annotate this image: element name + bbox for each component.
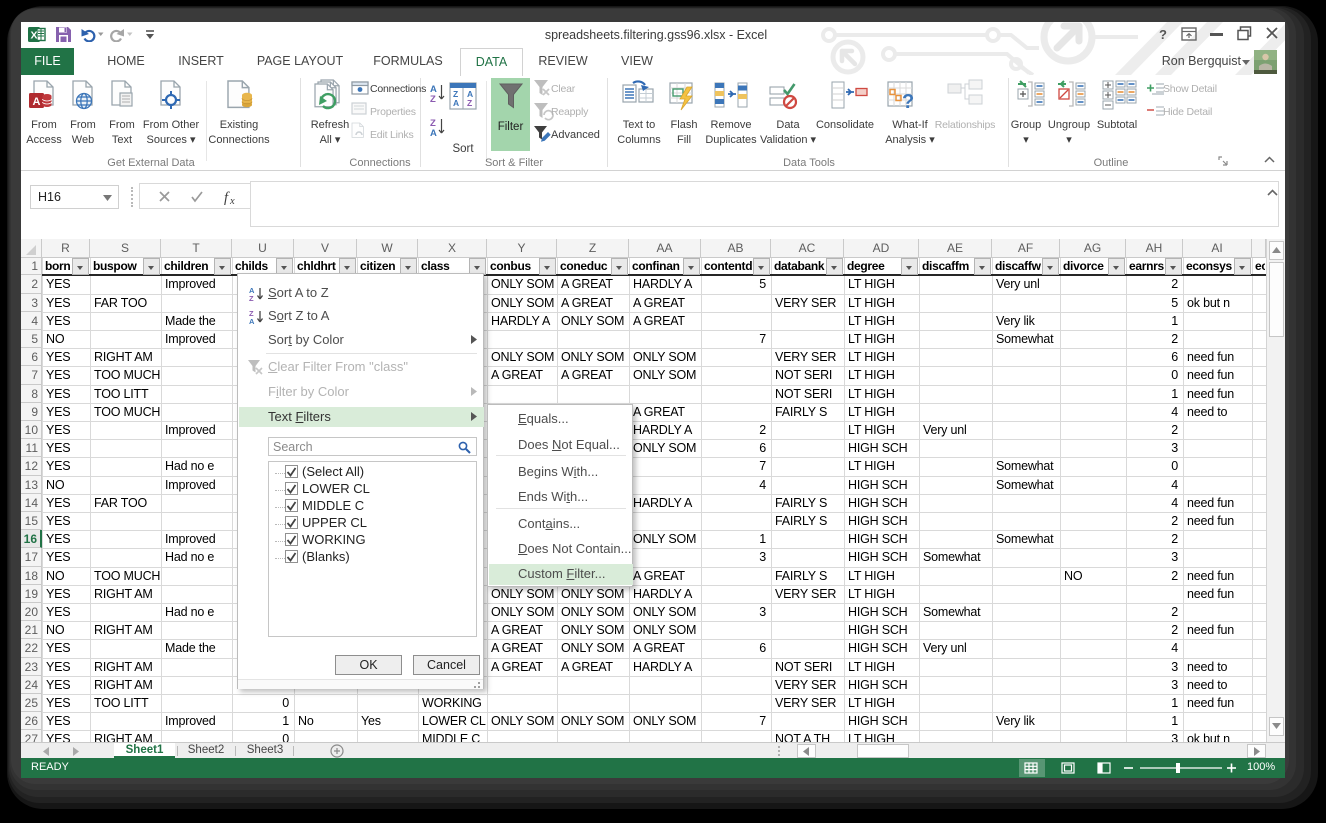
svg-text:Filter: Filter — [498, 121, 524, 133]
svg-text:x: x — [229, 196, 235, 206]
svg-text:A: A — [430, 128, 437, 139]
svg-text:A: A — [249, 317, 255, 326]
svg-text:X: X — [30, 30, 37, 42]
svg-text:?: ? — [902, 91, 914, 113]
svg-text:Z: Z — [249, 294, 254, 303]
svg-text:Sort: Sort — [452, 143, 474, 155]
svg-text:Z: Z — [430, 94, 436, 105]
svg-text:A: A — [453, 98, 459, 108]
svg-text:Z: Z — [467, 98, 472, 108]
svg-text:A: A — [33, 96, 41, 108]
